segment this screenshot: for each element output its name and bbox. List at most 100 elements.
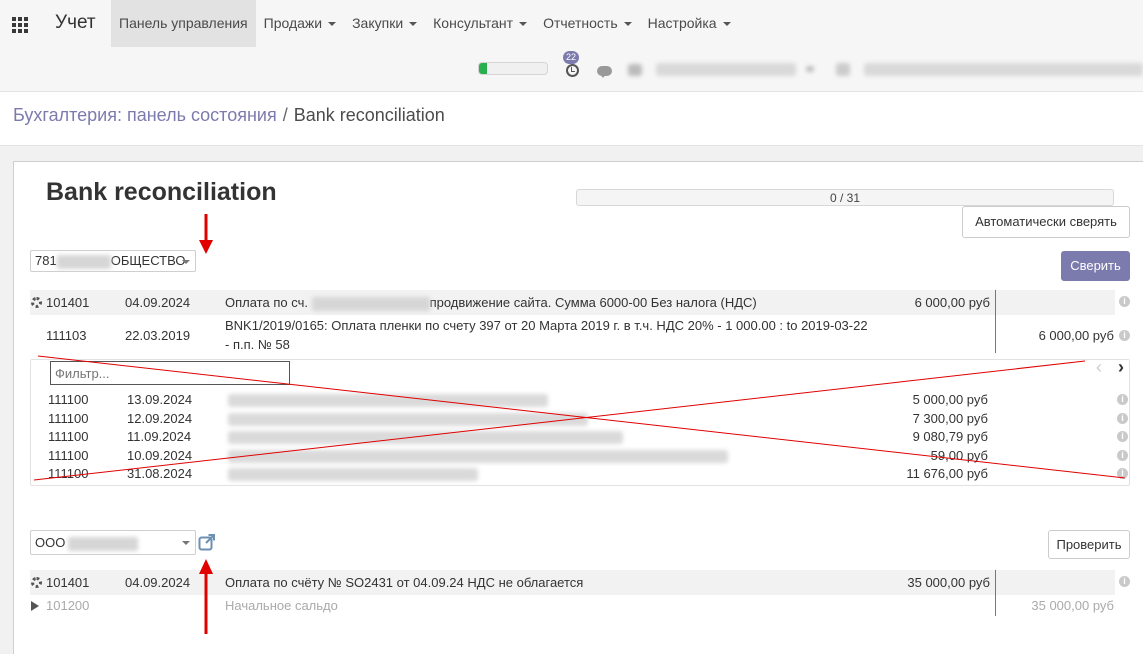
chevron-down-icon <box>409 22 418 27</box>
partner-select-2[interactable]: ООО <box>30 530 196 555</box>
statement-label-redacted <box>311 296 430 311</box>
company-switcher[interactable] <box>656 63 796 76</box>
partner-select[interactable]: 781 ОБЩЕСТВО <box>30 250 196 272</box>
statement-2-account: 101401 <box>46 575 90 590</box>
candidate-date: 11.09.2024 <box>127 429 192 444</box>
candidate-date: 12.09.2024 <box>127 410 193 426</box>
candidate-label-redacted <box>228 468 478 481</box>
candidate-account: 111100 <box>48 429 89 444</box>
breadcrumb-current: Bank reconciliation <box>293 105 445 125</box>
filter-input[interactable] <box>50 361 290 385</box>
statement-label-end: продвижение сайта. Сумма 6000-00 Без нал… <box>429 295 757 310</box>
candidate-date: 13.09.2024 <box>127 392 193 407</box>
info-icon[interactable]: i <box>1117 412 1128 424</box>
statement-amount: 6 000,00 руб <box>914 295 990 310</box>
expand-toggle[interactable] <box>31 598 39 613</box>
proposed-label-line1: BNK1/2019/0165: Оплата пленки по счету 3… <box>225 318 868 333</box>
progress-fill <box>479 63 488 74</box>
candidate-date: 31.08.2024 <box>127 466 193 481</box>
gear-icon[interactable] <box>31 297 42 308</box>
proposed-account: 111103 <box>46 328 87 343</box>
menu-settings-label: Настройка <box>647 15 717 31</box>
chevron-down-icon <box>722 22 731 27</box>
candidate-label-redacted <box>228 394 548 407</box>
opening-label: Начальное сальдо <box>225 598 338 613</box>
opening-account: 101200 <box>46 598 90 613</box>
proposed-date: 22.03.2019 <box>125 328 191 343</box>
candidate-label-redacted <box>228 449 728 463</box>
candidate-label-redacted <box>228 431 623 444</box>
menu-consultant[interactable]: Консультант <box>425 0 535 47</box>
reconciliation-progress: 0 / 31 <box>576 189 1114 206</box>
candidate-account: 111100 <box>48 392 89 407</box>
proposed-label-line2: - п.п. № 58 <box>225 337 290 352</box>
chevron-down-icon <box>182 260 190 264</box>
chevron-down-icon <box>182 541 190 545</box>
apps-menu-icon[interactable] <box>12 17 28 33</box>
top-navbar: Учет Панель управления Продажи Закупки К… <box>0 0 1143 92</box>
partner-redacted <box>56 254 111 269</box>
candidate-account: 111100 <box>48 466 89 481</box>
candidate-amount: 5 000,00 руб <box>912 392 988 407</box>
statement-label: Оплата по сч. продвижение сайта. Сумма 6… <box>225 295 757 311</box>
statement-line-gear[interactable] <box>31 295 42 310</box>
candidate-account: 111100 <box>48 447 89 463</box>
partner-redacted <box>68 536 139 551</box>
menu-sales-label: Продажи <box>263 15 323 31</box>
opening-amount: 35 000,00 руб <box>1031 598 1114 613</box>
menu-sales[interactable]: Продажи <box>256 0 344 47</box>
breadcrumb: Бухгалтерия: панель состояния / Bank recon… <box>13 105 445 126</box>
breadcrumb-parent[interactable]: Бухгалтерия: панель состояния <box>13 105 277 125</box>
statement-2-date: 04.09.2024 <box>125 575 191 590</box>
previous-page-icon[interactable]: ‹ <box>1096 358 1102 376</box>
caret-right-icon[interactable] <box>31 601 39 611</box>
activity-count-badge: 22 <box>563 51 579 64</box>
app-title[interactable]: Учет <box>55 12 96 34</box>
info-icon[interactable]: i <box>1117 468 1128 479</box>
user-menu[interactable] <box>864 63 1143 76</box>
info-icon[interactable]: i <box>1119 330 1130 341</box>
page-title: Bank reconciliation <box>46 178 277 206</box>
candidate-amount: 11 676,00 руб <box>906 466 988 481</box>
candidate-label-redacted <box>228 412 588 426</box>
chevron-down-icon <box>623 22 632 27</box>
user-icon[interactable] <box>628 64 642 76</box>
reconcile-button[interactable]: Сверить <box>1061 251 1130 281</box>
info-icon[interactable]: i <box>1119 576 1130 587</box>
partner-select-prefix: 781 <box>35 253 57 268</box>
statement-label-start: Оплата по сч. <box>225 295 308 310</box>
statement-date: 04.09.2024 <box>125 295 191 310</box>
menu-consultant-label: Консультант <box>433 15 514 31</box>
candidate-amount: 7 300,00 руб <box>912 410 988 426</box>
external-link-icon[interactable] <box>198 533 216 551</box>
chevron-down-icon <box>328 22 337 27</box>
chat-icon[interactable] <box>597 66 612 78</box>
auto-reconcile-button[interactable]: Автоматически сверять <box>962 206 1130 238</box>
info-icon[interactable]: i <box>1119 296 1130 307</box>
menu-settings[interactable]: Настройка <box>640 0 739 47</box>
debit-credit-divider <box>995 570 996 616</box>
statement-2-amount: 35 000,00 руб <box>907 575 990 590</box>
statement-line-2-gear[interactable] <box>31 575 42 590</box>
menu-purchases-label: Закупки <box>352 15 404 31</box>
systray-progress-bar[interactable] <box>478 62 548 75</box>
next-page-icon[interactable]: › <box>1118 358 1124 376</box>
menu-reporting[interactable]: Отчетность <box>535 0 640 47</box>
menu-dashboard-label: Панель управления <box>119 15 248 31</box>
info-icon[interactable]: i <box>1117 394 1128 405</box>
menu-dashboard[interactable]: Панель управления <box>111 0 256 47</box>
partner-select-2-value: ООО <box>35 535 66 550</box>
clock-icon[interactable] <box>566 64 579 77</box>
candidate-account: 111100 <box>48 410 89 426</box>
gear-icon[interactable] <box>31 577 42 588</box>
info-icon[interactable]: i <box>1117 449 1128 461</box>
avatar[interactable] <box>836 63 850 76</box>
menu-purchases[interactable]: Закупки <box>344 0 425 47</box>
partner-select-suffix: ОБЩЕСТВО <box>110 253 186 268</box>
check-button[interactable]: Проверить <box>1048 530 1130 559</box>
breadcrumb-separator: / <box>282 105 288 125</box>
candidate-amount: 9 080,79 руб <box>912 429 988 444</box>
candidate-amount: 59,00 руб <box>930 447 988 463</box>
chevron-down-icon <box>519 22 528 27</box>
info-icon[interactable]: i <box>1117 431 1128 442</box>
